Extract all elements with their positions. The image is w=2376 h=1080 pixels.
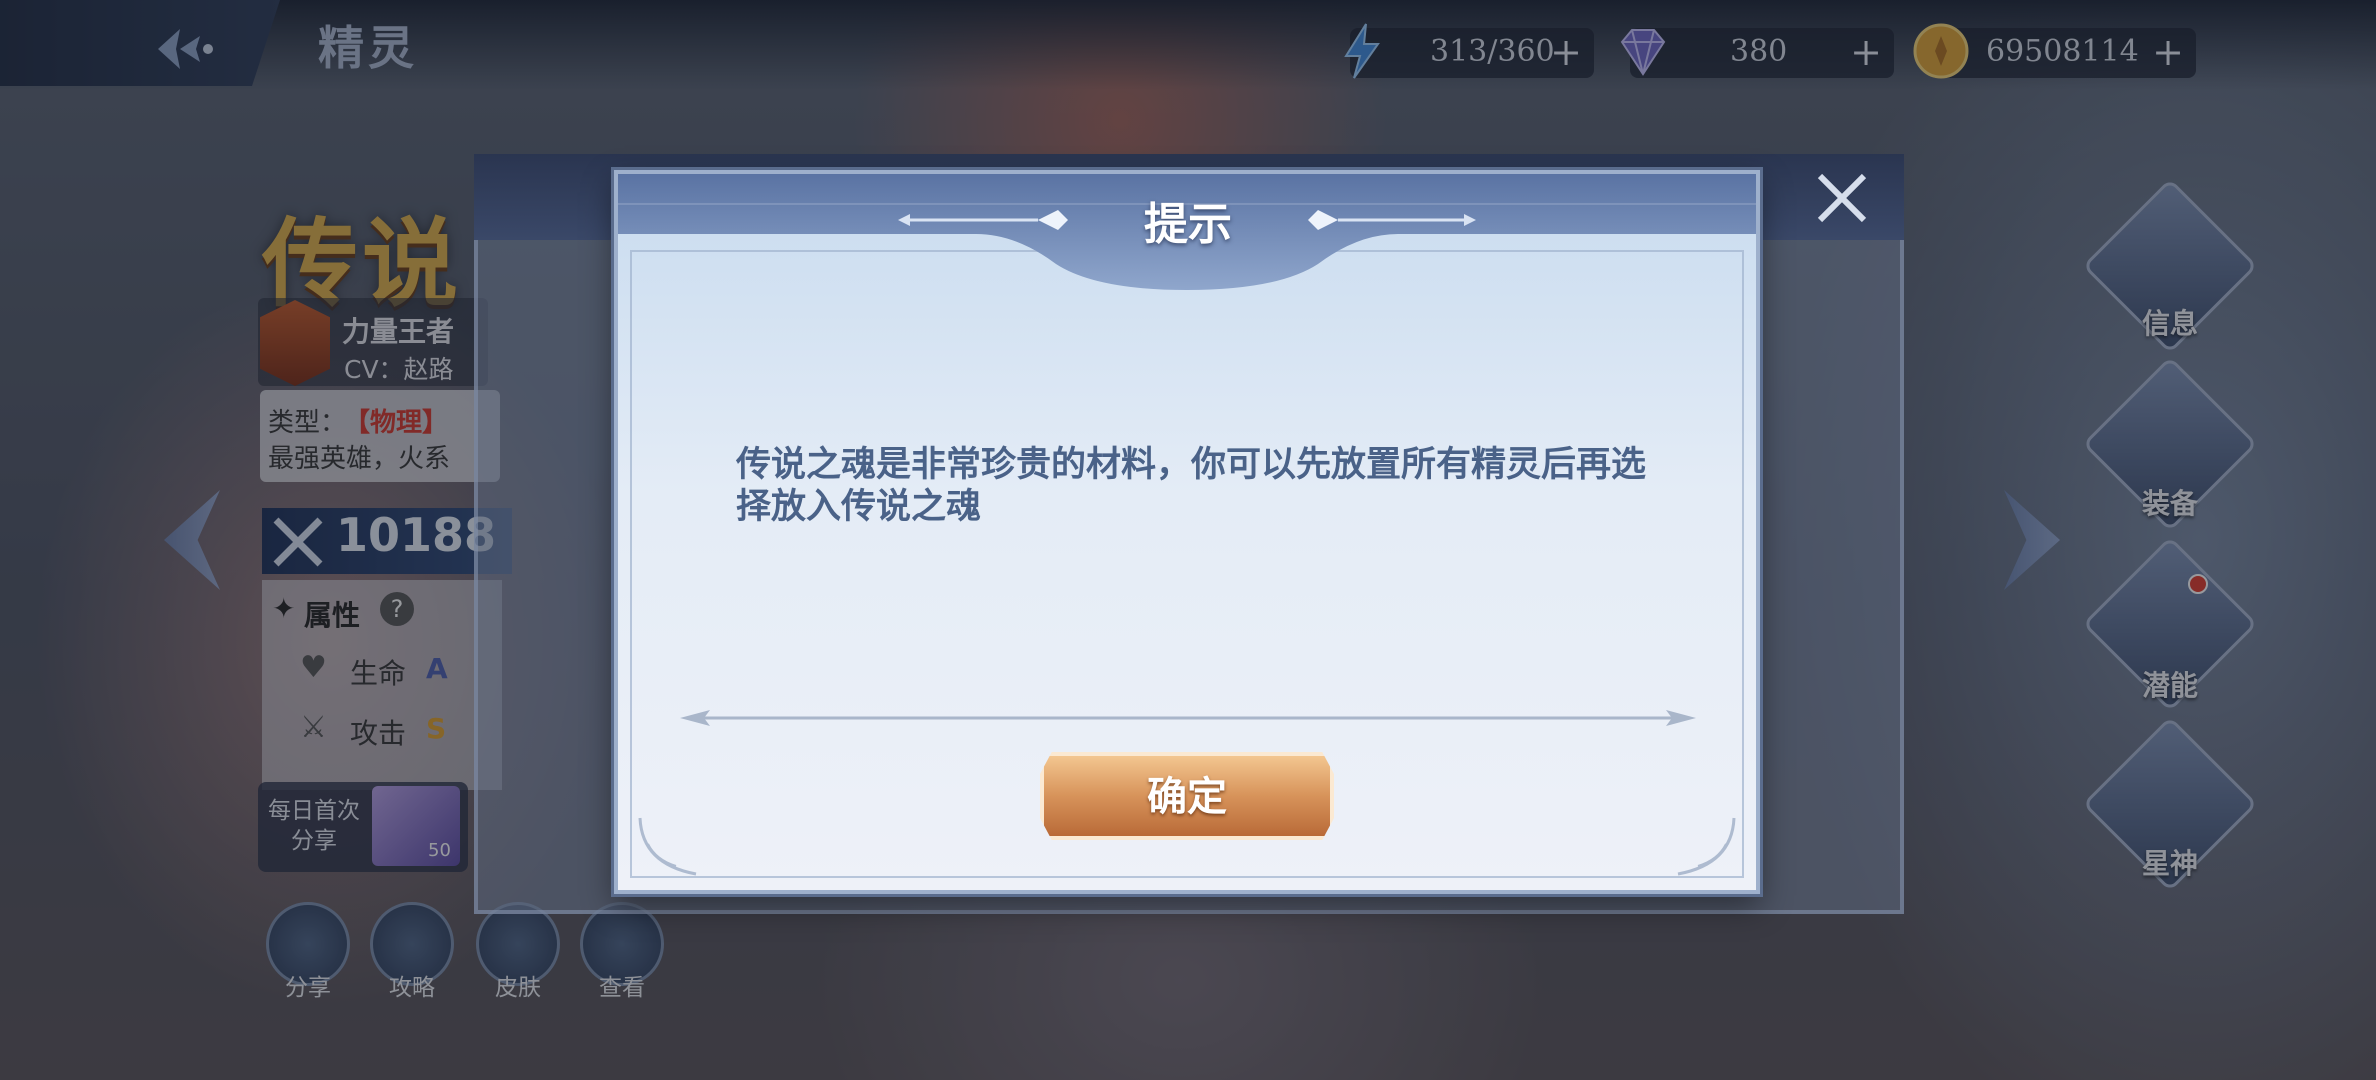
dialog-title: 提示	[1144, 199, 1232, 250]
dialog-divider	[680, 710, 1696, 726]
corner-ornament-left-icon	[638, 817, 697, 876]
corner-ornament-right-icon	[1677, 817, 1736, 876]
dialog-message: 传说之魂是非常珍贵的材料，你可以先放置所有精灵后再选择放入传说之魂	[736, 445, 1647, 527]
close-icon[interactable]	[1808, 164, 1876, 232]
confirm-button-label: 确定	[1147, 773, 1227, 820]
